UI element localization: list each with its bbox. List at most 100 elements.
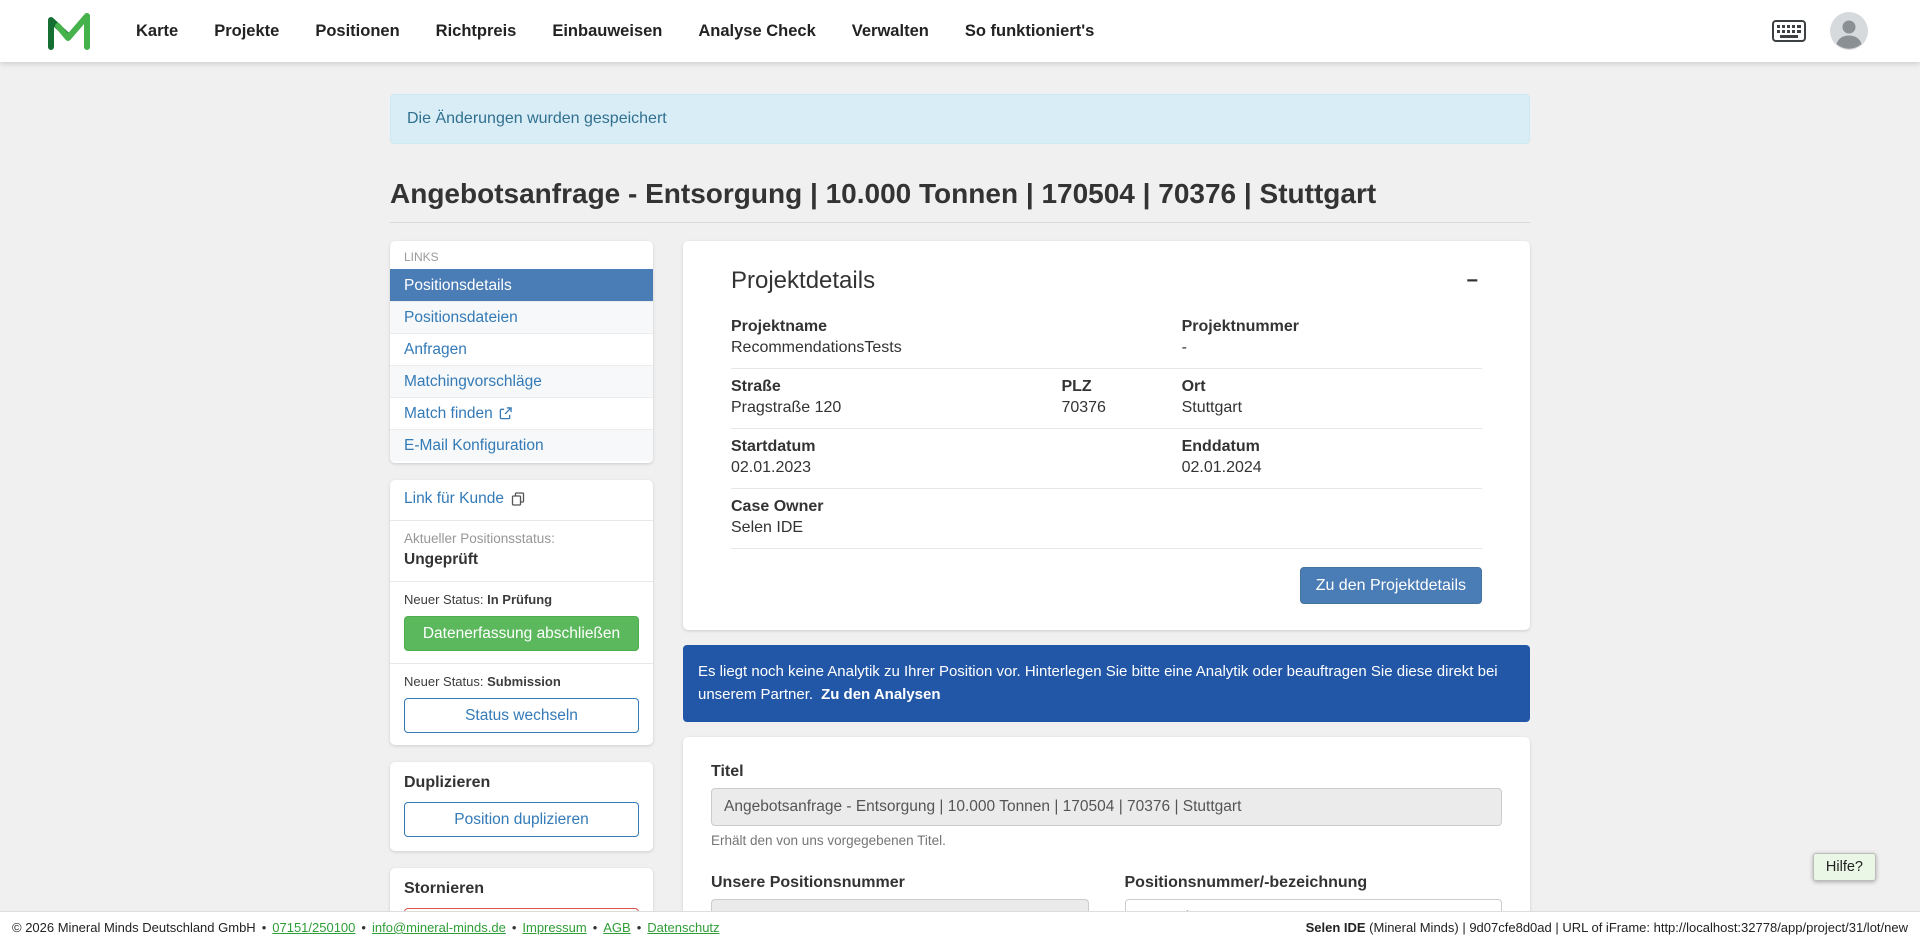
status-wechseln-button[interactable]: Status wechseln (404, 698, 639, 733)
field-label: Projektname (731, 318, 1061, 336)
field-enddatum: Enddatum 02.01.2024 (1182, 438, 1482, 477)
field-value: Selen IDE (731, 519, 1061, 537)
keyboard-icon (1772, 20, 1806, 42)
page-title: Angebotsanfrage - Entsorgung | 10.000 To… (390, 178, 1530, 210)
footer-link-impressum[interactable]: Impressum (506, 920, 587, 935)
field-projektname: Projektname RecommendationsTests (731, 318, 1061, 357)
collapse-panel-button[interactable]: − (1462, 270, 1482, 293)
next-status-line: Neuer Status: Submission (404, 674, 639, 689)
nav-item-so-funktionierts[interactable]: So funktioniert's (965, 22, 1095, 41)
field-value: 70376 (1061, 399, 1181, 417)
sidebar-item-matchingvorschlaege[interactable]: Matchingvorschläge (390, 365, 653, 397)
field-label: Enddatum (1182, 438, 1482, 456)
field-value: 02.01.2023 (731, 459, 1061, 477)
user-avatar[interactable] (1830, 12, 1868, 50)
zu-den-projektdetails-button[interactable]: Zu den Projektdetails (1300, 567, 1482, 604)
nav-item-analyse-check[interactable]: Analyse Check (698, 22, 815, 41)
analytics-banner: Es liegt noch keine Analytik zu Ihrer Po… (683, 645, 1530, 722)
sidebar-item-anfragen[interactable]: Anfragen (390, 333, 653, 365)
current-status-label: Aktueller Positionsstatus: (404, 531, 639, 546)
position-duplizieren-button[interactable]: Position duplizieren (404, 802, 639, 837)
field-label: PLZ (1061, 378, 1181, 396)
page-footer: © 2026 Mineral Minds Deutschland GmbH 07… (0, 911, 1920, 943)
content-column: Projektdetails − Projektname Recommendat… (683, 241, 1530, 943)
top-navbar: Karte Projekte Positionen Richtpreis Ein… (0, 0, 1920, 62)
footer-session-info: Selen IDE (Mineral Minds) | 9d07cfe8d0ad… (1306, 920, 1908, 935)
nav-item-projekte[interactable]: Projekte (214, 22, 279, 41)
title-divider (390, 222, 1530, 223)
datenerfassung-abschliessen-button[interactable]: Datenerfassung abschließen (404, 616, 639, 651)
main-content: Die Änderungen wurden gespeichert Angebo… (390, 94, 1530, 943)
nav-item-verwalten[interactable]: Verwalten (852, 22, 929, 41)
field-plz: PLZ 70376 (1061, 378, 1181, 417)
project-details-card: Projektdetails − Projektname Recommendat… (683, 241, 1530, 630)
field-label: Straße (731, 378, 1061, 396)
field-label: Startdatum (731, 438, 1061, 456)
field-label: Case Owner (731, 498, 1061, 516)
footer-link-datenschutz[interactable]: Datenschutz (631, 920, 720, 935)
link-fuer-kunde-label: Link für Kunde (404, 490, 504, 508)
titel-input (711, 788, 1502, 826)
positionsnummer-label: Positionsnummer/-bezeichnung (1125, 874, 1503, 892)
project-row: Case Owner Selen IDE (731, 489, 1482, 549)
status-card: Link für Kunde Aktueller Positionsstatus… (390, 480, 653, 745)
person-icon (1830, 12, 1868, 50)
field-value: Pragstraße 120 (731, 399, 1061, 417)
sidebar-item-positionsdetails[interactable]: Positionsdetails (390, 269, 653, 301)
analytics-banner-text: Es liegt noch keine Analytik zu Ihrer Po… (698, 663, 1498, 703)
footer-link-phone[interactable]: 07151/250100 (256, 920, 356, 935)
footer-user: Selen IDE (1306, 920, 1366, 935)
footer-meta: (Mineral Minds) | 9d07cfe8d0ad | URL of … (1366, 920, 1908, 935)
next-status-label: Neuer Status: (404, 674, 484, 689)
project-details-title: Projektdetails (731, 267, 875, 295)
sidebar-item-match-finden[interactable]: Match finden (390, 397, 653, 429)
nav-item-karte[interactable]: Karte (136, 22, 178, 41)
external-link-icon (499, 407, 512, 420)
field-projektnummer: Projektnummer - (1182, 318, 1482, 357)
field-label: Ort (1182, 378, 1482, 396)
sidebar-item-email-konfiguration[interactable]: E-Mail Konfiguration (390, 429, 653, 461)
duplicate-card: Duplizieren Position duplizieren (390, 762, 653, 851)
copyright-text: © 2026 Mineral Minds Deutschland GmbH (12, 920, 256, 935)
field-value: RecommendationsTests (731, 339, 1061, 357)
next-status-value: Submission (487, 674, 561, 689)
keyboard-icon-button[interactable] (1772, 20, 1806, 42)
cancel-card-title: Stornieren (404, 880, 639, 898)
brand-logo[interactable] (46, 12, 90, 50)
unsere-positionsnummer-label: Unsere Positionsnummer (711, 874, 1089, 892)
links-header: LINKS (390, 241, 653, 269)
current-status-value: Ungeprüft (404, 551, 639, 569)
sidebar-item-positionsdateien[interactable]: Positionsdateien (390, 301, 653, 333)
footer-link-email[interactable]: info@mineral-minds.de (355, 920, 505, 935)
next-status-line: Neuer Status: In Prüfung (404, 592, 639, 607)
field-value: 02.01.2024 (1182, 459, 1482, 477)
field-case-owner: Case Owner Selen IDE (731, 498, 1061, 537)
nav-item-positionen[interactable]: Positionen (315, 22, 399, 41)
footer-link-agb[interactable]: AGB (587, 920, 631, 935)
next-status-value: In Prüfung (487, 592, 552, 607)
link-fuer-kunde-link[interactable]: Link für Kunde (404, 490, 525, 508)
field-value: - (1182, 339, 1482, 357)
project-row: Straße Pragstraße 120 PLZ 70376 Ort Stut… (731, 369, 1482, 429)
nav-item-richtpreis[interactable]: Richtpreis (436, 22, 517, 41)
field-ort: Ort Stuttgart (1182, 378, 1482, 417)
mineral-minds-logo-icon (46, 12, 90, 50)
sidebar-item-label: Match finden (404, 404, 493, 423)
copy-icon (511, 492, 525, 506)
field-startdatum: Startdatum 02.01.2023 (731, 438, 1061, 477)
hilfe-button[interactable]: Hilfe? (1813, 853, 1876, 881)
titel-help: Erhält den von uns vorgegebenen Titel. (711, 833, 1502, 848)
field-label: Projektnummer (1182, 318, 1482, 336)
nav-item-einbauweisen[interactable]: Einbauweisen (552, 22, 662, 41)
links-menu-card: LINKS Positionsdetails Positionsdateien … (390, 241, 653, 463)
duplicate-card-title: Duplizieren (404, 774, 639, 792)
field-strasse: Straße Pragstraße 120 (731, 378, 1061, 417)
left-sidebar: LINKS Positionsdetails Positionsdateien … (390, 241, 653, 943)
titel-label: Titel (711, 763, 1502, 781)
zu-den-analysen-link[interactable]: Zu den Analysen (821, 686, 940, 703)
navbar-right (1772, 12, 1868, 50)
footer-left: © 2026 Mineral Minds Deutschland GmbH 07… (12, 920, 720, 935)
project-row: Projektname RecommendationsTests Projekt… (731, 309, 1482, 369)
saved-alert: Die Änderungen wurden gespeichert (390, 94, 1530, 144)
field-value: Stuttgart (1182, 399, 1482, 417)
